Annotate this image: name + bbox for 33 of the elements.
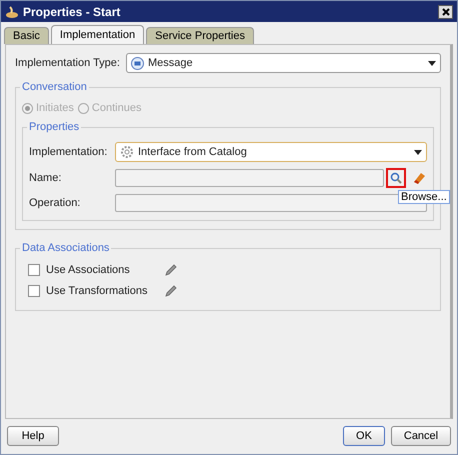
tab[interactable]: Implementation [50,25,144,44]
close-button[interactable] [438,4,453,18]
tab[interactable]: Basic [4,27,49,44]
checkbox-label: Use Transformations [46,285,148,297]
group-title: Data Associations [20,242,112,254]
eraser-icon[interactable] [411,170,427,186]
ok-button[interactable]: OK [343,426,385,446]
checkbox-label: Use Associations [46,264,131,276]
cancel-button[interactable]: Cancel [391,426,451,446]
implementation-dropdown[interactable]: Interface from Catalog [115,142,427,162]
field-label: Implementation: [29,146,108,158]
close-icon [442,8,450,16]
implementation-type-dropdown[interactable]: Message [126,53,441,73]
window-title: Properties - Start [23,4,122,18]
tooltip: Browse... [398,190,450,204]
group-title: Properties [27,121,82,133]
checkbox[interactable] [28,264,40,276]
field-label: Implementation Type: [15,57,120,69]
help-button[interactable]: Help [7,426,59,446]
pencil-icon[interactable] [164,284,178,298]
field-label: Operation: [29,197,82,209]
app-icon [5,4,19,18]
search-icon [390,172,402,184]
name-field[interactable] [115,169,384,187]
dropdown-arrow-icon [428,60,436,66]
gear-icon [120,145,134,159]
message-icon [130,56,144,70]
dropdown-arrow-icon [414,150,422,154]
group-title: Conversation [20,81,89,93]
field-label: Name: [29,172,62,184]
tab[interactable]: Service Properties [146,27,254,44]
pencil-icon[interactable] [164,263,178,277]
checkbox[interactable] [28,285,40,297]
